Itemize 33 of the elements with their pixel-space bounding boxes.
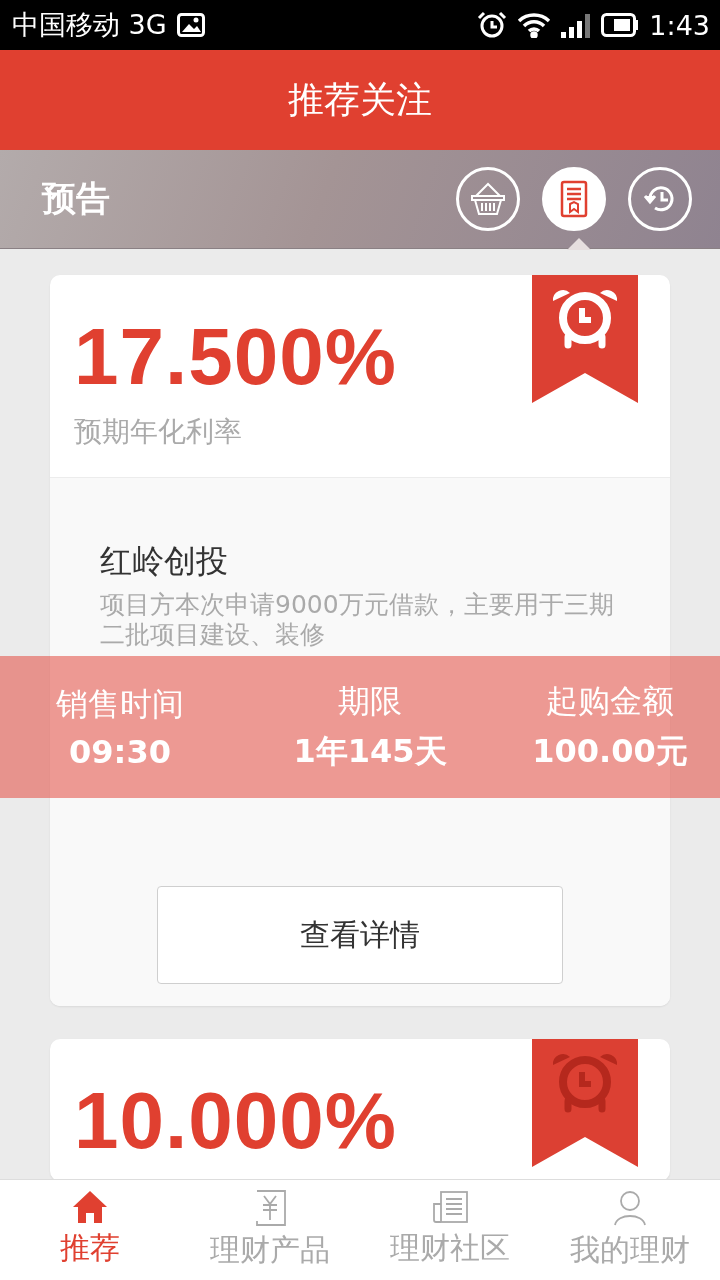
battery-icon (601, 13, 640, 37)
nav-tab[interactable]: 理财社区 (360, 1180, 540, 1280)
nav-tab[interactable]: 理财产品 (180, 1180, 360, 1280)
signal-icon (561, 12, 592, 38)
rate-text: 17.500% (74, 317, 398, 397)
info-value: 1年145天 (293, 731, 447, 772)
person-icon (613, 1190, 647, 1226)
product-description: 项目方本次申请9000万元借款，主要用于三期二批项目建设、装修 (99, 589, 615, 650)
alarm-icon (477, 11, 508, 39)
yuan-document-icon (254, 1190, 286, 1226)
clock-text: 1:43 (649, 9, 710, 41)
nav-tab[interactable]: 推荐 (0, 1180, 180, 1280)
info-value: 09:30 (69, 733, 171, 771)
category-tab[interactable] (628, 167, 692, 231)
page-title: 推荐关注 (288, 77, 432, 122)
rate-label: 预期年化利率 (74, 414, 243, 450)
document-icon (560, 180, 588, 218)
info-value: 100.00元 (532, 731, 688, 772)
image-icon (176, 13, 205, 37)
info-label: 期限 (338, 681, 402, 722)
nav-tab[interactable]: 我的理财 (540, 1180, 720, 1280)
details-button[interactable]: 查看详情 (157, 886, 563, 984)
product-name: 红岭创投 (99, 541, 229, 582)
home-icon (72, 1190, 108, 1224)
wifi-icon (517, 12, 552, 38)
info-label: 销售时间 (56, 684, 184, 725)
carrier-text: 中国移动 3G (12, 8, 167, 42)
section-title: 预告 (42, 177, 111, 220)
rate-text: 10.000% (74, 1081, 398, 1161)
category-tab[interactable] (456, 167, 520, 231)
info-label: 起购金额 (546, 681, 674, 722)
basket-icon (470, 182, 506, 216)
newspaper-icon (432, 1190, 468, 1224)
